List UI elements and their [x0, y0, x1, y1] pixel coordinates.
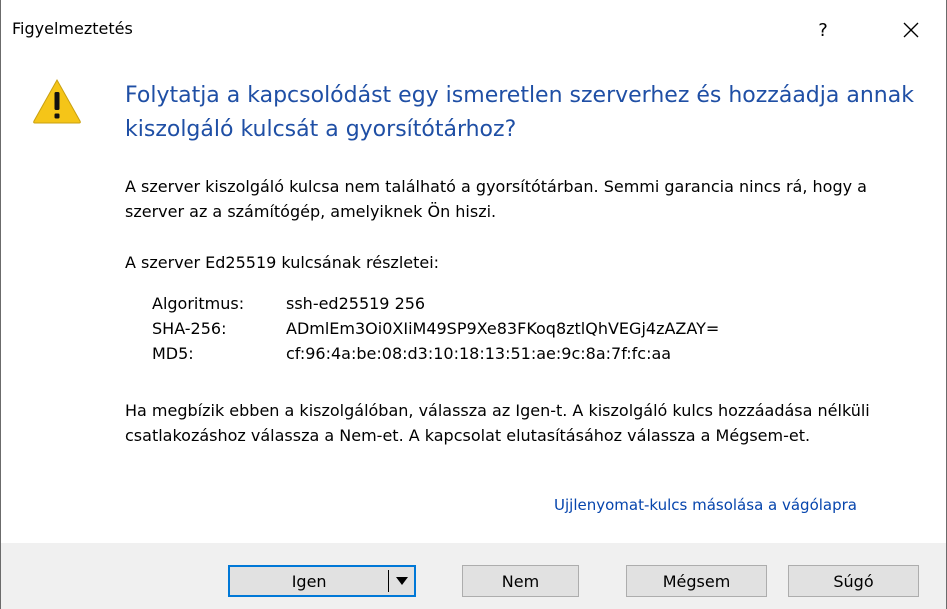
detail-label: SHA-256:: [152, 319, 227, 338]
no-button[interactable]: Nem: [462, 565, 579, 597]
copy-fingerprint-link[interactable]: Ujjlenyomat-kulcs másolása a vágólapra: [554, 496, 934, 514]
detail-value: ADmlEm3Oi0XIiM49SP9Xe83FKoq8ztlQhVEGj4zA…: [286, 319, 720, 338]
warning-icon: [33, 78, 81, 124]
main-instruction: Folytatja a kapcsolódást egy ismeretlen …: [125, 83, 914, 142]
yes-dropdown-button[interactable]: [389, 567, 414, 595]
detail-label: MD5:: [152, 344, 194, 363]
cancel-button[interactable]: Mégsem: [626, 565, 767, 597]
cancel-button-label: Mégsem: [662, 571, 731, 591]
button-bar: Igen Nem Mégsem Súgó: [1, 543, 946, 609]
content-paragraph-3: Ha megbízik ebben a kiszolgálóban, válas…: [125, 401, 870, 445]
yes-button[interactable]: Igen: [230, 567, 388, 595]
title-bar: Figyelmeztetés ?: [1, 0, 946, 62]
content-paragraph-1: A szerver kiszolgáló kulcsa nem találhat…: [125, 177, 867, 221]
content-paragraph-2: A szerver Ed25519 kulcsának részletei:: [125, 253, 440, 272]
help-button[interactable]: Súgó: [788, 565, 919, 597]
window-title: Figyelmeztetés: [12, 19, 133, 38]
warning-dialog: Figyelmeztetés ? Folytatja a kapcsolódás…: [0, 0, 947, 609]
yes-split-button[interactable]: Igen: [228, 565, 416, 597]
no-button-label: Nem: [501, 571, 540, 591]
detail-label: Algoritmus:: [152, 294, 245, 313]
close-icon: [903, 22, 919, 38]
caret-down-icon: [395, 577, 408, 585]
yes-button-label: Igen: [291, 571, 327, 591]
help-title-button[interactable]: ?: [801, 12, 845, 48]
close-button[interactable]: [889, 12, 933, 48]
detail-value: cf:96:4a:be:08:d3:10:18:13:51:ae:9c:8a:7…: [286, 344, 672, 363]
help-title-label: ?: [818, 19, 828, 41]
help-button-label: Súgó: [833, 571, 874, 591]
detail-value: ssh-ed25519 256: [286, 294, 426, 313]
